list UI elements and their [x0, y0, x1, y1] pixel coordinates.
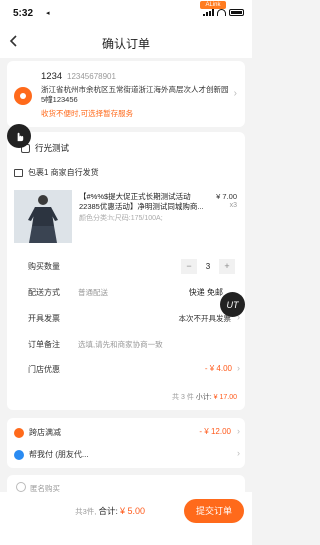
wifi-icon [217, 9, 226, 16]
status-badge: ALink [200, 1, 226, 9]
friend-pay-icon [14, 449, 24, 460]
cross-store-discount-value[interactable]: - ¥ 12.00 [199, 427, 231, 436]
package-row: 包裹1 商家自行发货 [14, 167, 99, 178]
checkout-bar: 共3件, 合计: ¥ 5.00 提交订单 [0, 492, 252, 545]
order-card: 行光测试 包裹1 商家自行发货 【#%%$提大促正式长期测试活动22385优惠活… [7, 132, 245, 410]
status-icons [203, 9, 244, 16]
signal-icon [203, 9, 214, 16]
package-label: 包裹1 商家自行发货 [28, 168, 99, 177]
submit-order-button[interactable]: 提交订单 [184, 499, 244, 523]
shipping-type: 普通配送 [78, 288, 108, 297]
discount-icon [14, 427, 24, 438]
chevron-right-icon: › [237, 426, 240, 436]
nav-bar: 确认订单 [0, 26, 252, 58]
quantity-stepper: − 3 + [181, 259, 235, 274]
total-value: ¥ 5.00 [119, 506, 145, 516]
hand-pointer-icon[interactable] [7, 124, 31, 148]
quantity-minus-button[interactable]: − [181, 259, 197, 274]
invoice-label: 开具发票 [28, 314, 60, 323]
product-image[interactable] [14, 190, 72, 243]
quantity-plus-button[interactable]: + [219, 259, 235, 274]
receiver-phone: 12345678901 [67, 72, 116, 81]
subtotal-count: 共 3 件 [172, 394, 194, 401]
quantity-label: 购买数量 [28, 262, 60, 271]
shipping-value[interactable]: 快递 免邮 [189, 287, 223, 298]
product-price: ¥ 7.00 [216, 192, 237, 201]
friend-pay-row[interactable]: 帮我付 (朋友代... [14, 449, 89, 460]
promo-label: 帮我付 (朋友代... [29, 450, 89, 459]
order-total: 共3件, 合计: ¥ 5.00 [75, 505, 145, 517]
product-sku: 颜色分类:h;尺码:175/100A; [79, 215, 163, 222]
shipping-label: 配送方式 [28, 288, 60, 297]
battery-icon [229, 9, 244, 16]
chevron-right-icon: › [237, 363, 240, 373]
chevron-right-icon: › [233, 88, 237, 99]
promo-label: 跨店满减 [29, 428, 61, 437]
promo-card: 跨店满减 - ¥ 12.00 › 帮我付 (朋友代... › [7, 418, 245, 468]
chevron-right-icon: › [237, 448, 240, 458]
status-bar: 5:32 ◂ ALink [0, 0, 252, 26]
quantity-value[interactable]: 3 [197, 259, 219, 274]
product-title[interactable]: 【#%%$提大促正式长期测试活动22385优惠活动】净明测试同城购商... [79, 192, 204, 212]
subtotal-line: 共 3 件 小计: ¥ 17.00 [172, 392, 237, 402]
package-icon [14, 168, 23, 177]
store-row[interactable]: 行光测试 [21, 142, 69, 154]
subtotal-label: 小计: [193, 394, 212, 401]
invoice-value[interactable]: 本次不开具发票 [179, 313, 232, 324]
store-discount-value[interactable]: - ¥ 4.00 [205, 364, 232, 373]
page-title: 确认订单 [101, 37, 150, 51]
subtotal-value: ¥ 17.00 [213, 394, 237, 401]
order-note-input[interactable]: 选填,请先和商家协商一致 [78, 339, 163, 350]
receiver-name: 1234 [41, 71, 63, 82]
receiver-address: 浙江省杭州市余杭区五常街道浙江海外高层次人才创新园5幢123456 [41, 85, 229, 104]
address-card[interactable]: 1234 12345678901 浙江省杭州市余杭区五常街道浙江海外高层次人才创… [7, 61, 245, 127]
store-discount-label: 门店优惠 [28, 365, 60, 374]
ut-float-button[interactable]: UT [220, 292, 245, 317]
total-count: 共3件, [75, 507, 97, 516]
location-pin-icon [14, 87, 32, 105]
total-label: 合计: [98, 506, 118, 516]
location-arrow-icon: ◂ [46, 10, 50, 17]
cross-store-discount-row[interactable]: 跨店满减 [14, 427, 61, 438]
anonymous-checkbox[interactable] [16, 482, 26, 492]
product-quantity: x3 [229, 202, 237, 209]
store-name: 行光测试 [35, 143, 70, 153]
storage-notice[interactable]: 收货不便时,可选择暂存服务 [41, 108, 133, 119]
status-time: 5:32 [13, 8, 34, 19]
order-note-label: 订单备注 [28, 340, 60, 349]
